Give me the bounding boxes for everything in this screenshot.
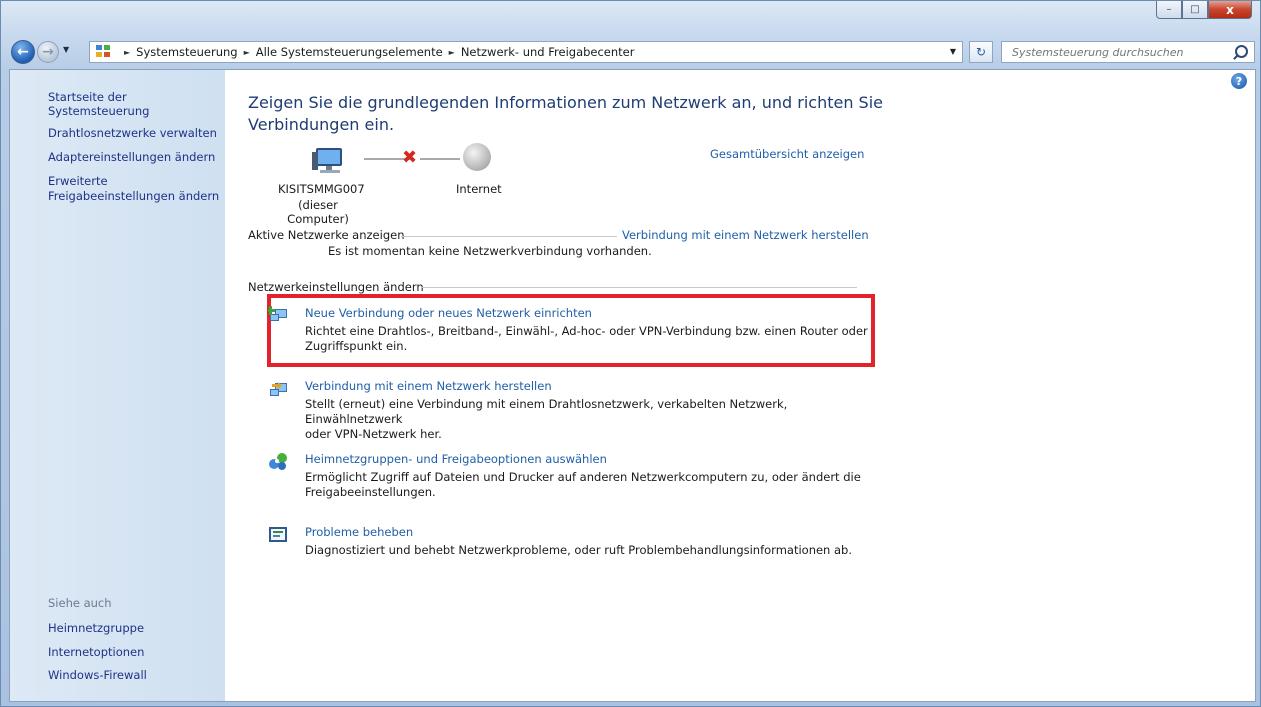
maximize-button[interactable]: □ [1182, 1, 1208, 19]
breadcrumb-systemsteuerung[interactable]: Systemsteuerung [136, 45, 237, 59]
page-title: Zeigen Sie die grundlegenden Information… [248, 92, 888, 136]
active-networks-label: Aktive Netzwerke anzeigen [248, 228, 405, 242]
connect-network-link[interactable]: Verbindung mit einem Netzwerk herstellen [622, 228, 869, 242]
task-title-troubleshoot[interactable]: Probleme beheben [305, 525, 413, 539]
internet-label: Internet [456, 182, 502, 196]
see-also-heading: Siehe auch [48, 596, 112, 610]
homegroup-icon[interactable] [268, 452, 288, 472]
divider-line [401, 236, 617, 237]
task-title-homegroup[interactable]: Heimnetzgruppen- und Freigabeoptionen au… [305, 452, 607, 466]
computer-name: KISITSMMG007 [278, 182, 365, 196]
internet-globe-icon[interactable] [463, 143, 491, 171]
connect-network-icon[interactable] [268, 380, 288, 400]
navigation-bar: ← → ▼ ► Systemsteuerung ► Alle Systemste… [1, 37, 1261, 67]
sidebar-link-adaptereinstellungen[interactable]: Adaptereinstellungen ändern [48, 150, 215, 164]
breadcrumb-arrow-icon[interactable]: ► [449, 48, 455, 57]
history-dropdown-icon[interactable]: ▼ [63, 45, 69, 54]
task-desc-line: Stellt (erneut) eine Verbindung mit eine… [305, 397, 788, 426]
computer-subtitle: (dieser Computer) [287, 198, 349, 226]
task-desc-homegroup: Ermöglicht Zugriff auf Dateien und Druck… [305, 470, 870, 500]
task-desc-line: oder VPN-Netzwerk her. [305, 427, 442, 441]
sidebar-link-windows-firewall[interactable]: Windows-Firewall [48, 668, 147, 682]
sidebar-link-heimnetzgruppe[interactable]: Heimnetzgruppe [48, 621, 144, 635]
minimize-button[interactable]: – [1156, 1, 1182, 19]
content-area: Startseite der Systemsteuerung Drahtlosn… [9, 69, 1256, 702]
control-panel-icon [96, 45, 112, 59]
task-desc-line: Zugriffspunkt ein. [305, 339, 408, 353]
new-connection-icon[interactable] [266, 305, 288, 325]
task-desc-new-connection: Richtet eine Drahtlos-, Breitband-, Einw… [305, 324, 870, 354]
forward-button[interactable]: → [37, 41, 59, 63]
task-desc-troubleshoot: Diagnostiziert und behebt Netzwerkproble… [305, 543, 870, 558]
page-title-line1: Zeigen Sie die grundlegenden Information… [248, 93, 883, 112]
breadcrumb-arrow-icon[interactable]: ► [124, 48, 130, 57]
task-desc-line: Freigabeeinstellungen. [305, 485, 436, 499]
help-icon[interactable]: ? [1231, 73, 1247, 89]
connection-line-right [420, 158, 460, 160]
caption-buttons: – □ x [1156, 1, 1252, 19]
sidebar-link-freigabeeinstellungen[interactable]: Freigabeeinstellungen ändern [48, 189, 219, 203]
back-button[interactable]: ← [11, 40, 35, 64]
sidebar-link-erweiterte[interactable]: Erweiterte [48, 174, 108, 188]
overview-link[interactable]: Gesamtübersicht anzeigen [710, 147, 864, 161]
troubleshoot-icon[interactable] [268, 525, 288, 545]
sidebar-link-internetoptionen[interactable]: Internetoptionen [48, 645, 144, 659]
sidebar-link-drahtlosnetzwerke[interactable]: Drahtlosnetzwerke verwalten [48, 126, 217, 140]
no-connection-text: Es ist momentan keine Netzwerkverbindung… [328, 244, 652, 258]
page-title-line2: Verbindungen ein. [248, 115, 395, 134]
disconnected-x-icon[interactable]: ✖ [402, 147, 417, 168]
divider-line [421, 287, 857, 288]
search-icon[interactable] [1235, 45, 1248, 58]
refresh-button[interactable]: ↻ [969, 41, 993, 63]
close-button[interactable]: x [1208, 1, 1252, 19]
task-desc-line: Diagnostiziert und behebt Netzwerkproble… [305, 543, 853, 557]
breadcrumb-arrow-icon[interactable]: ► [244, 48, 250, 57]
breadcrumb-alle-elemente[interactable]: Alle Systemsteuerungselemente [256, 45, 443, 59]
computer-icon[interactable] [312, 146, 348, 176]
address-dropdown-icon[interactable]: ▼ [950, 47, 956, 56]
task-desc-line: Richtet eine Drahtlos-, Breitband-, Einw… [305, 324, 868, 338]
sidebar: Startseite der Systemsteuerung Drahtlosn… [10, 70, 225, 701]
search-input[interactable] [1010, 44, 1224, 60]
breadcrumb-netzwerkcenter[interactable]: Netzwerk- und Freigabecenter [461, 45, 635, 59]
task-desc-line: Ermöglicht Zugriff auf Dateien und Druck… [305, 470, 861, 484]
task-title-new-connection[interactable]: Neue Verbindung oder neues Netzwerk einr… [305, 306, 592, 320]
explorer-window: – □ x ← → ▼ ► Systemsteuerung ► Alle Sys… [0, 0, 1261, 707]
change-settings-label: Netzwerkeinstellungen ändern [248, 280, 424, 294]
address-bar[interactable]: ► Systemsteuerung ► Alle Systemsteuerung… [89, 41, 963, 63]
task-desc-connect-network: Stellt (erneut) eine Verbindung mit eine… [305, 397, 870, 442]
search-box[interactable] [1001, 41, 1255, 63]
task-title-connect-network[interactable]: Verbindung mit einem Netzwerk herstellen [305, 379, 552, 393]
sidebar-link-startseite[interactable]: Startseite der Systemsteuerung [48, 90, 225, 118]
